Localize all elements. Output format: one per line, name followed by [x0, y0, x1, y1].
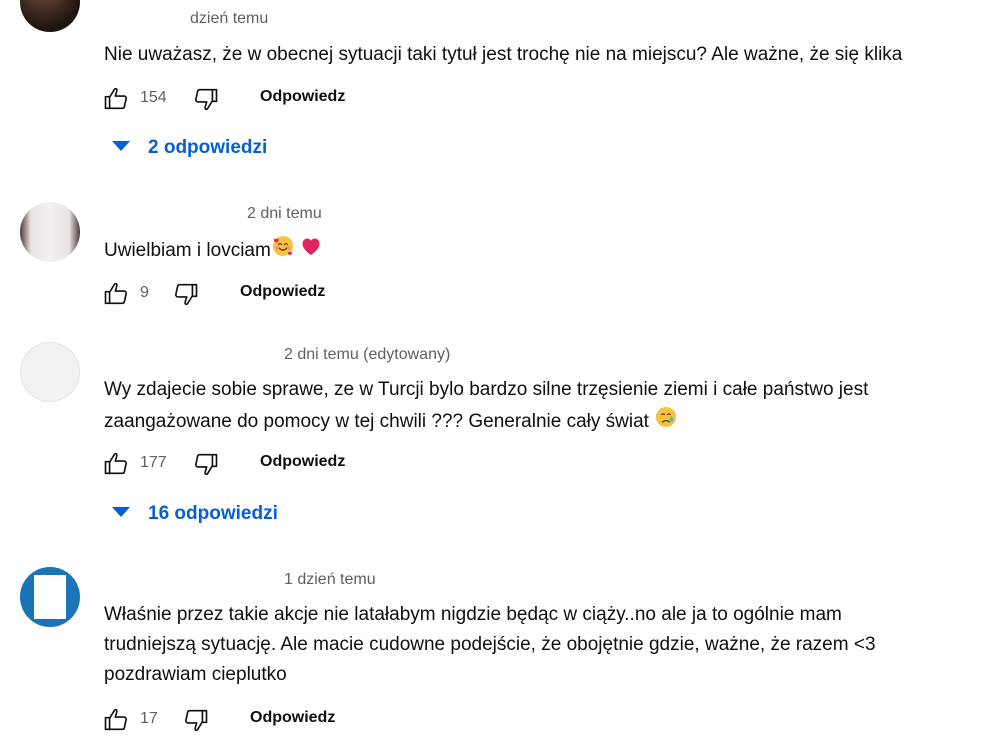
thumb-down-icon[interactable]: [192, 450, 220, 478]
chevron-down-icon: [112, 506, 130, 517]
thumb-up-icon[interactable]: [102, 450, 130, 478]
comment-text-line: Wy zdajecie sobie sprawe, ze w Turcji by…: [104, 379, 869, 400]
comment-text-line: zaangażowane do pomocy w tej chwili ??? …: [104, 411, 649, 433]
comment-text-line: Nie uważasz, że w obecnej sytuacji taki …: [104, 44, 903, 65]
reply-button[interactable]: Odpowiedz: [260, 453, 345, 471]
thumb-down-icon[interactable]: [182, 706, 210, 734]
crying-face-icon: [654, 405, 678, 439]
like-count: 17: [140, 710, 158, 727]
avatar[interactable]: [20, 342, 80, 402]
thumb-up-icon[interactable]: [102, 85, 130, 113]
replies-count-label: 2 odpowiedzi: [148, 137, 268, 158]
comment-timestamp: 1 dzień temu: [284, 571, 376, 588]
comment-text-line: pozdrawiam cieplutko: [104, 664, 287, 685]
comment-timestamp: 2 dni temu: [247, 205, 322, 222]
red-heart-icon: [299, 234, 323, 268]
comment-text: Właśnie przez takie akcje nie latałabym …: [104, 600, 876, 690]
comment-text: Uwielbiam i lovciam: [104, 234, 323, 268]
replies-count-label: 16 odpowiedzi: [148, 503, 278, 524]
like-count: 154: [140, 89, 167, 106]
reply-button[interactable]: Odpowiedz: [250, 709, 335, 727]
reply-button[interactable]: Odpowiedz: [260, 88, 345, 106]
reply-button[interactable]: Odpowiedz: [240, 283, 325, 301]
chevron-down-icon: [112, 140, 130, 151]
smiling-face-with-hearts-icon: [271, 234, 295, 268]
comment-text: Wy zdajecie sobie sprawe, ze w Turcji by…: [104, 375, 868, 439]
comment-timestamp: dzień temu: [190, 10, 269, 27]
comment-text-line: Właśnie przez takie akcje nie latałabym …: [104, 604, 842, 625]
comment-text-line: trudniejszą sytuację. Ale macie cudowne …: [104, 634, 876, 655]
comment-text: Nie uważasz, że w obecnej sytuacji taki …: [104, 40, 902, 70]
thumb-up-icon[interactable]: [102, 706, 130, 734]
avatar[interactable]: [20, 567, 80, 627]
comment-text-line: Uwielbiam i lovciam: [104, 240, 271, 262]
view-replies-button[interactable]: 2 odpowiedzi: [112, 137, 267, 159]
avatar[interactable]: [20, 0, 80, 32]
like-count: 9: [140, 284, 149, 301]
like-count: 177: [140, 454, 167, 471]
view-replies-button[interactable]: 16 odpowiedzi: [112, 503, 278, 525]
thumb-up-icon[interactable]: [102, 280, 130, 308]
comment-timestamp: 2 dni temu (edytowany): [284, 346, 451, 363]
thumb-down-icon[interactable]: [192, 85, 220, 113]
thumb-down-icon[interactable]: [172, 280, 200, 308]
avatar[interactable]: [20, 202, 80, 262]
